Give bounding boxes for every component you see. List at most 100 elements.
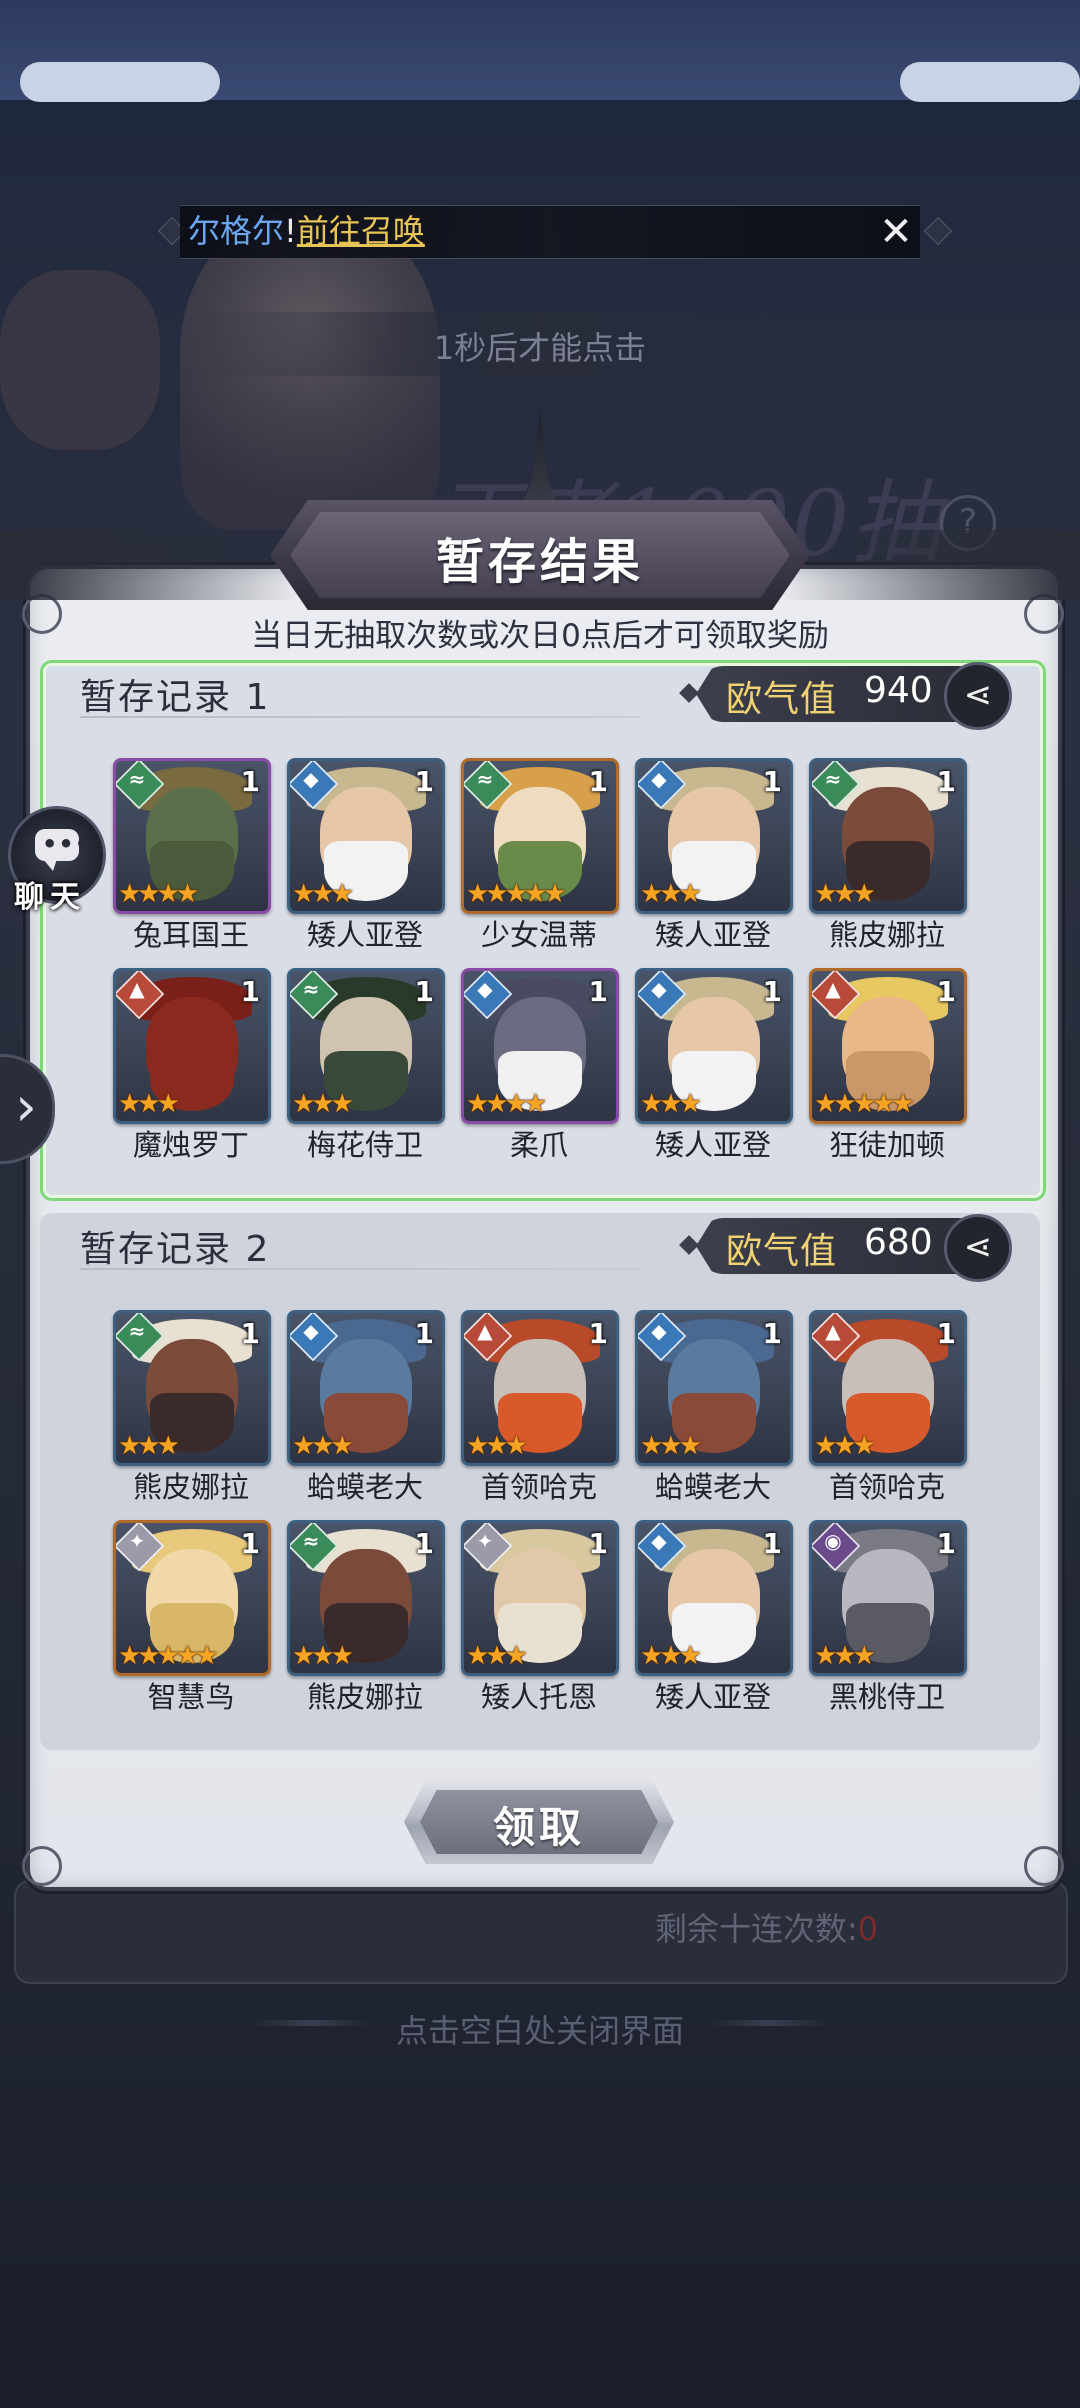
hero-name: 魔烛罗丁 xyxy=(132,1128,249,1162)
hero-count: 1 xyxy=(762,765,782,798)
cloud-right xyxy=(900,62,1080,102)
hero-card[interactable]: ≈1 ★★★ 熊皮娜拉 xyxy=(287,1520,445,1720)
record-2-divider xyxy=(80,1268,640,1270)
hero-star-rating: ★★★ xyxy=(118,1089,180,1119)
hero-card[interactable]: ≈1 ★★★★★ 少女温蒂 xyxy=(461,758,619,958)
hero-portrait: ◆ 1 ★★★ xyxy=(635,758,793,914)
hero-name: 矮人亚登 xyxy=(306,918,423,952)
hero-portrait: ▲ 1 ★★★ xyxy=(113,968,271,1124)
hero-star-rating: ★★★★★ xyxy=(118,1641,219,1671)
hero-name: 熊皮娜拉 xyxy=(828,918,945,952)
hero-star-rating: ★★★★ xyxy=(466,1089,547,1119)
hero-count: 1 xyxy=(588,1527,608,1560)
hero-card[interactable]: ✦ 1 ★★★ 矮人托恩 xyxy=(461,1520,619,1720)
hero-portrait: ≈1 ★★★ xyxy=(113,1310,271,1466)
record-2-luck-label: 欧气值 xyxy=(726,1231,838,1272)
hero-portrait: ▲ 1 ★★★★★ xyxy=(809,968,967,1124)
hero-portrait: ≈1 ★★★ xyxy=(809,758,967,914)
hero-count: 1 xyxy=(414,765,434,798)
hero-portrait: ◉ 1 ★★★ xyxy=(809,1520,967,1676)
record-1-share-icon[interactable]: ⋖ xyxy=(944,662,1012,730)
hero-portrait: ✦ 1 ★★★★★ xyxy=(113,1520,271,1676)
hero-portrait: ✦ 1 ★★★ xyxy=(461,1520,619,1676)
hero-portrait: ≈1 ★★★★ xyxy=(113,758,271,914)
chat-label[interactable]: 聊天 xyxy=(14,872,86,916)
remaining-draws-label: 剩余十连次数: xyxy=(655,1910,858,1948)
element-glyph: ◆ xyxy=(303,767,319,791)
title-wing-right xyxy=(780,530,1080,600)
element-glyph: ▲ xyxy=(477,1319,493,1343)
hero-star-rating: ★★★★ xyxy=(118,879,199,909)
hero-count: 1 xyxy=(936,1527,956,1560)
hero-card[interactable]: ▲ 1 ★★★ 魔烛罗丁 xyxy=(113,968,271,1168)
hero-count: 1 xyxy=(240,1527,260,1560)
hero-card[interactable]: ≈1 ★★★ 梅花侍卫 xyxy=(287,968,445,1168)
element-glyph: ▲ xyxy=(825,1319,841,1343)
hero-card[interactable]: ▲ 1 ★★★ 首领哈克 xyxy=(809,1310,967,1510)
hero-card[interactable]: ◆ 1 ★★★ 蛤蟆老大 xyxy=(635,1310,793,1510)
hero-card[interactable]: ◆ 1 ★★★ 矮人亚登 xyxy=(635,968,793,1168)
element-glyph: ▲ xyxy=(825,977,841,1001)
top-hint-text: 1秒后才能点击 xyxy=(433,329,647,367)
chat-dots-icon: ••• xyxy=(42,830,92,858)
hero-name: 智慧鸟 xyxy=(147,1680,235,1714)
element-glyph: ◆ xyxy=(651,977,667,1001)
hero-star-rating: ★★★ xyxy=(640,879,702,909)
hero-star-rating: ★★★★★ xyxy=(466,879,567,909)
hero-count: 1 xyxy=(936,1317,956,1350)
hero-star-rating: ★★★ xyxy=(292,1089,354,1119)
claim-button-label[interactable]: 领取 xyxy=(404,1794,674,1855)
marquee-close-icon[interactable]: ✕ xyxy=(876,212,916,252)
hero-name: 矮人亚登 xyxy=(654,1128,771,1162)
hero-star-rating: ★★★ xyxy=(814,1641,876,1671)
hero-card[interactable]: ◆ 1 ★★★ 蛤蟆老大 xyxy=(287,1310,445,1510)
remaining-draws-value: 0 xyxy=(857,1910,879,1948)
marquee-text: 尔格尔!前往召唤 xyxy=(188,209,425,253)
hero-star-rating: ★★★ xyxy=(466,1641,528,1671)
hero-card[interactable]: ▲ 1 ★★★ 首领哈克 xyxy=(461,1310,619,1510)
hero-card[interactable]: ✦ 1 ★★★★★ 智慧鸟 xyxy=(113,1520,271,1720)
hero-star-rating: ★★★ xyxy=(292,879,354,909)
hero-count: 1 xyxy=(762,1317,782,1350)
hero-name: 柔爪 xyxy=(509,1128,568,1162)
hero-portrait: ◆ 1 ★★★ xyxy=(635,968,793,1124)
hero-star-rating: ★★★ xyxy=(814,879,876,909)
hero-star-rating: ★★★★★ xyxy=(814,1089,915,1119)
hero-card[interactable]: ≈1 ★★★★ 兔耳国王 xyxy=(113,758,271,958)
hero-card[interactable]: ◆ 1 ★★★ 矮人亚登 xyxy=(635,1520,793,1720)
panel-corner-ornament xyxy=(22,1846,62,1886)
element-glyph: ◆ xyxy=(651,1529,667,1553)
hero-count: 1 xyxy=(588,1317,608,1350)
element-glyph: ≈ xyxy=(476,767,494,791)
hero-star-rating: ★★★ xyxy=(292,1641,354,1671)
hero-card[interactable]: ◆ 1 ★★★★ 柔爪 xyxy=(461,968,619,1168)
close-hint-text[interactable]: 点击空白处关闭界面 xyxy=(0,2006,1080,2052)
hero-portrait: ≈1 ★★★★★ xyxy=(461,758,619,914)
hero-name: 少女温蒂 xyxy=(480,918,597,952)
marquee-player-name: 尔格尔 xyxy=(188,212,285,250)
element-glyph: ≈ xyxy=(128,767,146,791)
hero-count: 1 xyxy=(414,975,434,1008)
hero-card[interactable]: ◆ 1 ★★★ 矮人亚登 xyxy=(287,758,445,958)
hero-count: 1 xyxy=(240,1317,260,1350)
hero-name: 蛤蟆老大 xyxy=(654,1470,771,1504)
marquee-summon-link[interactable]: 前往召唤 xyxy=(297,212,425,250)
element-glyph: ◆ xyxy=(651,767,667,791)
hero-card[interactable]: ◆ 1 ★★★ 矮人亚登 xyxy=(635,758,793,958)
hero-card[interactable]: ≈1 ★★★ 熊皮娜拉 xyxy=(113,1310,271,1510)
hero-card[interactable]: ◉ 1 ★★★ 黑桃侍卫 xyxy=(809,1520,967,1720)
hero-name: 蛤蟆老大 xyxy=(306,1470,423,1504)
hero-star-rating: ★★★ xyxy=(466,1431,528,1461)
hero-card[interactable]: ≈1 ★★★ 熊皮娜拉 xyxy=(809,758,967,958)
hero-card[interactable]: ▲ 1 ★★★★★ 狂徒加顿 xyxy=(809,968,967,1168)
hero-count: 1 xyxy=(414,1527,434,1560)
hero-count: 1 xyxy=(414,1317,434,1350)
panel-corner-ornament xyxy=(1024,1846,1064,1886)
element-glyph: ◉ xyxy=(824,1529,842,1553)
hero-name: 梅花侍卫 xyxy=(306,1128,423,1162)
record-2-share-icon[interactable]: ⋖ xyxy=(944,1214,1012,1282)
element-glyph: ▲ xyxy=(129,977,145,1001)
hero-portrait: ◆ 1 ★★★ xyxy=(635,1310,793,1466)
record-1-divider xyxy=(80,716,640,718)
hero-name: 矮人托恩 xyxy=(480,1680,597,1714)
